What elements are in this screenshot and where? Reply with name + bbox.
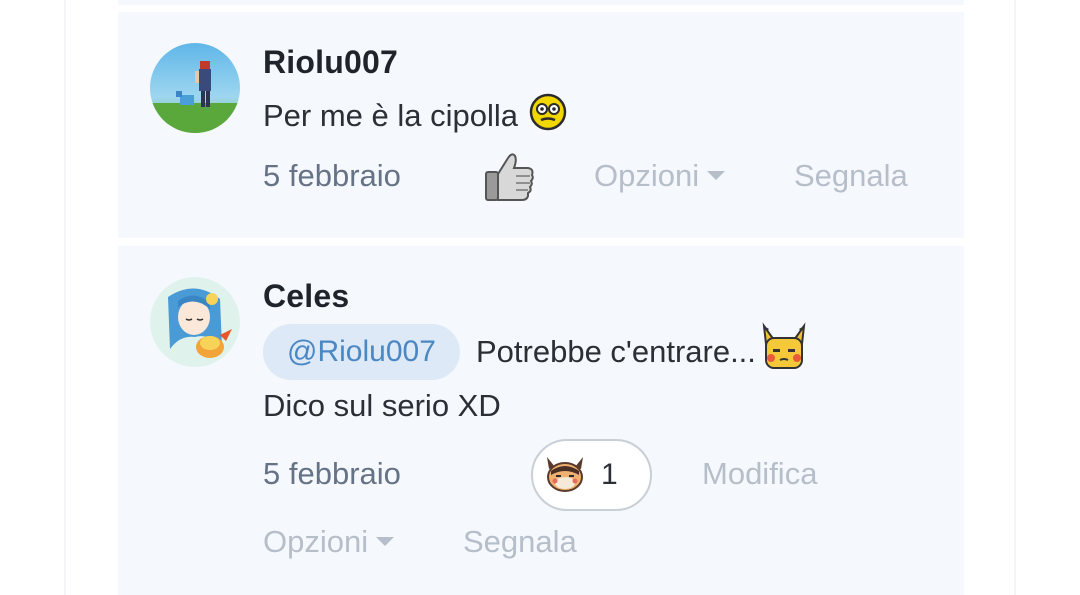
options-label: Opzioni: [594, 158, 700, 193]
message-text: Per me è la cipolla: [263, 98, 519, 133]
previous-post-bottom: [118, 0, 964, 5]
avatar[interactable]: [150, 277, 240, 367]
post-message: Per me è la cipolla: [263, 93, 568, 136]
post-message: Potrebbe c'entrare...: [476, 322, 810, 374]
thread-left-border: [64, 0, 66, 595]
thumbs-up-icon[interactable]: [484, 150, 536, 212]
reaction-button[interactable]: 1: [531, 439, 652, 511]
reaction-count: 1: [601, 458, 618, 491]
options-dropdown[interactable]: Opzioni: [594, 158, 726, 194]
edit-link[interactable]: Modifica: [702, 456, 817, 492]
post-card: Celes @Riolu007 Potrebbe c'entrare... Di…: [118, 246, 964, 595]
username[interactable]: Celes: [263, 278, 349, 315]
message-text: Potrebbe c'entrare...: [476, 334, 756, 369]
options-dropdown[interactable]: Opzioni: [263, 524, 395, 560]
post-date[interactable]: 5 febbraio: [263, 456, 401, 492]
caret-down-icon: [376, 537, 395, 547]
post-date[interactable]: 5 febbraio: [263, 158, 401, 194]
pikachu-emoji-icon: [758, 322, 810, 382]
report-link[interactable]: Segnala: [794, 158, 908, 194]
report-link[interactable]: Segnala: [463, 524, 577, 560]
forum-thread: Riolu007 Per me è la cipolla 5 febbraio: [0, 0, 1080, 595]
confused-face-emoji-icon: [528, 92, 568, 140]
message-text-line2: Dico sul serio XD: [263, 388, 501, 423]
thread-right-border: [1014, 0, 1016, 595]
avatar[interactable]: [150, 43, 240, 133]
caret-down-icon: [707, 171, 726, 181]
username[interactable]: Riolu007: [263, 44, 398, 81]
post-card: Riolu007 Per me è la cipolla 5 febbraio: [118, 12, 964, 238]
options-label: Opzioni: [263, 524, 369, 559]
pokemon-face-reaction-icon: [543, 451, 587, 500]
mention-chip[interactable]: @Riolu007: [263, 324, 460, 380]
